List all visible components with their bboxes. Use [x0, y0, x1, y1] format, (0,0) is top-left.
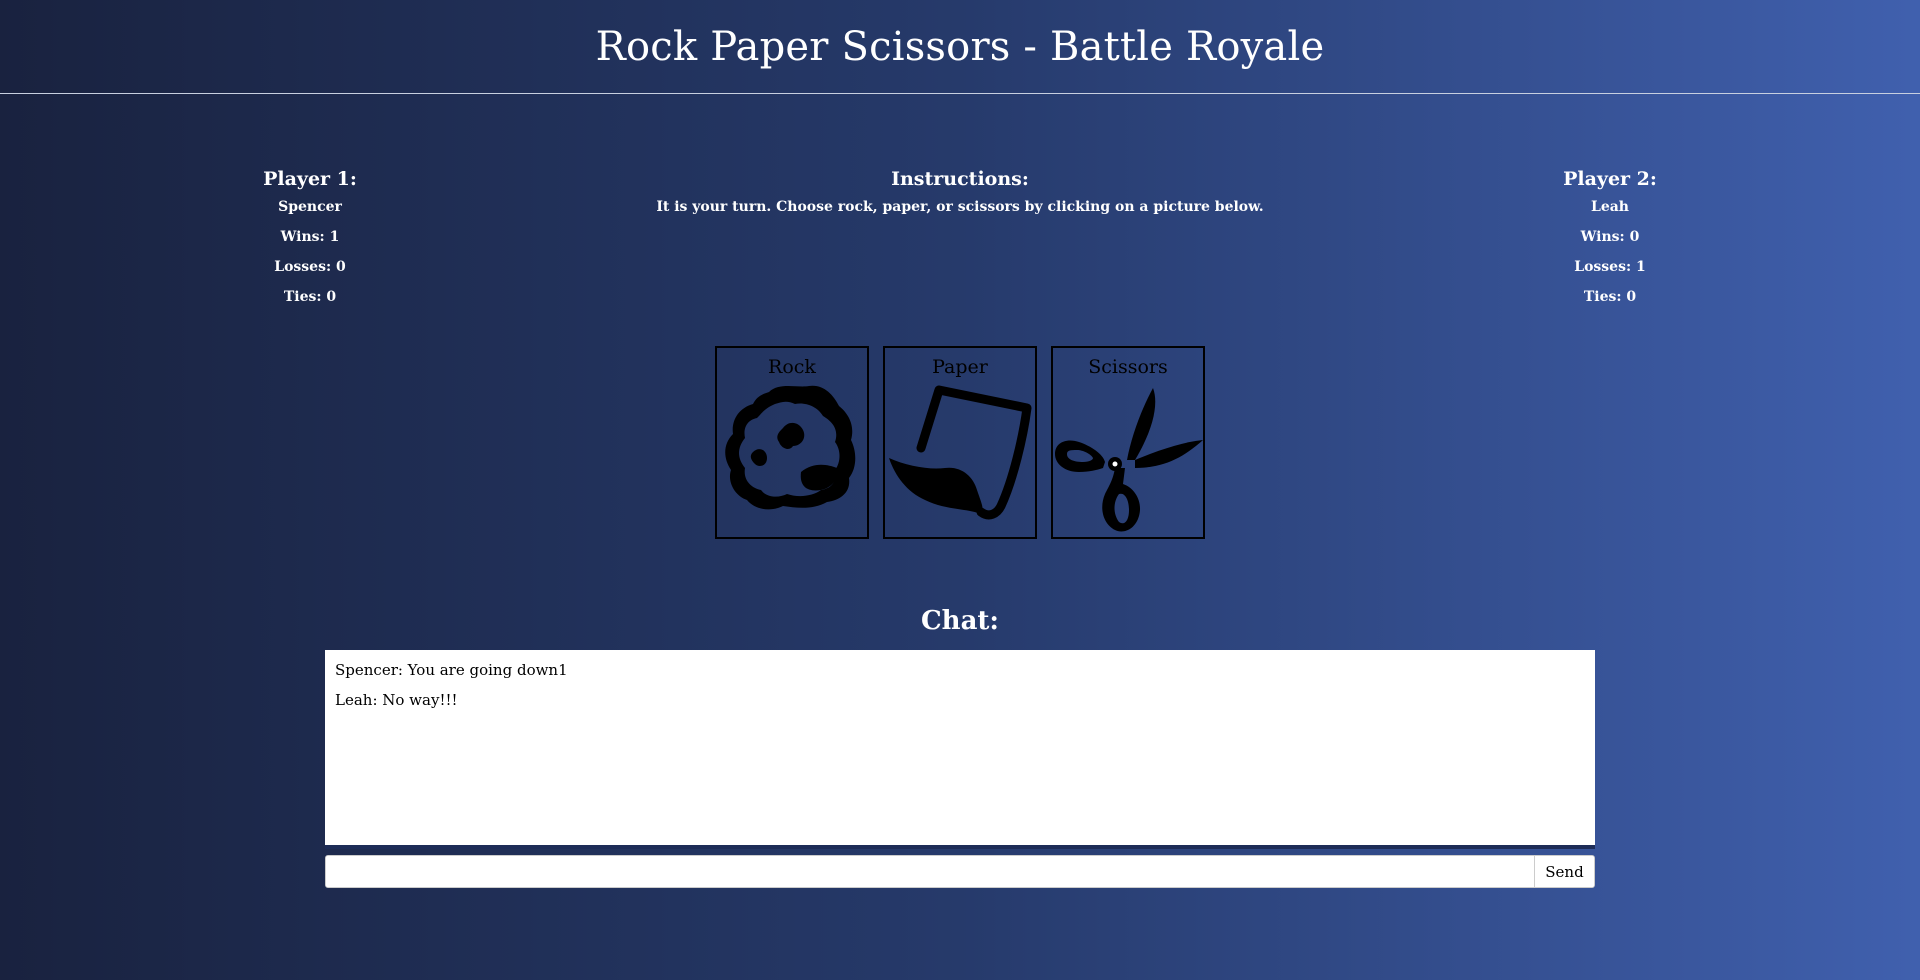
player1-wins: Wins: 1 [280, 229, 340, 245]
choice-cards: Rock Paper Scissors [715, 346, 1205, 539]
player2-wins: Wins: 0 [1580, 229, 1640, 245]
player2-losses: Losses: 1 [1574, 259, 1646, 275]
player2-ties: Ties: 0 [1583, 289, 1637, 305]
player1-panel: Player 1: Spencer Wins: 1 Losses: 0 Ties… [180, 168, 440, 319]
player2-heading: Player 2: [1563, 168, 1657, 190]
chat-message: Spencer: You are going down1 [335, 661, 568, 679]
instructions-text: It is your turn. Choose rock, paper, or … [656, 199, 1264, 215]
chat-log[interactable]: Spencer: You are going down1 Leah: No wa… [325, 650, 1595, 849]
scissors-choice-card[interactable]: Scissors [1051, 346, 1205, 539]
rock-icon [725, 385, 856, 510]
player2-panel: Player 2: Leah Wins: 0 Losses: 1 Ties: 0 [1480, 168, 1740, 319]
chat-title: Chat: [920, 606, 1000, 636]
chat-message: Leah: No way!!! [335, 691, 458, 709]
page-header: Rock Paper Scissors - Battle Royale [0, 0, 1920, 94]
paper-label: Paper [932, 356, 988, 378]
instructions-panel: Instructions: It is your turn. Choose ro… [560, 168, 1360, 215]
player1-losses: Losses: 0 [274, 259, 346, 275]
player1-name: Spencer [278, 199, 342, 215]
player1-heading: Player 1: [263, 168, 357, 190]
chat-input-row: Send [325, 855, 1595, 888]
scissors-icon [1055, 388, 1203, 532]
scissors-label: Scissors [1088, 356, 1168, 378]
chat-input[interactable] [326, 856, 1534, 887]
paper-icon [889, 385, 1032, 520]
send-button[interactable]: Send [1534, 856, 1594, 887]
player2-name: Leah [1590, 199, 1629, 215]
page-title: Rock Paper Scissors - Battle Royale [595, 23, 1325, 70]
instructions-heading: Instructions: [891, 168, 1029, 190]
rock-choice-card[interactable]: Rock [715, 346, 869, 539]
paper-choice-card[interactable]: Paper [883, 346, 1037, 539]
player1-ties: Ties: 0 [283, 289, 337, 305]
rock-label: Rock [768, 356, 816, 378]
